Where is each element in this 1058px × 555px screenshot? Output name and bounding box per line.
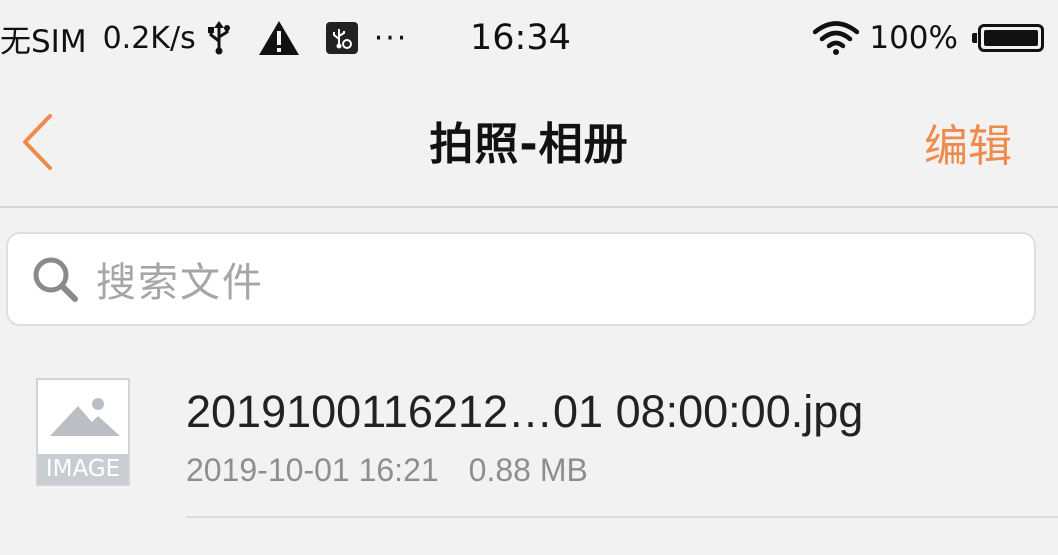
- list-item[interactable]: IMAGE 2019100116212…01 08:00:00.jpg 2019…: [0, 348, 1058, 518]
- status-bar-left: 无SIM 0.2K/s ···: [0, 14, 408, 62]
- search-placeholder: 搜索文件: [96, 260, 264, 306]
- wifi-icon: [813, 21, 860, 55]
- battery-icon: [972, 24, 1044, 52]
- search-input[interactable]: 搜索文件: [6, 232, 1036, 326]
- file-list: IMAGE 2019100116212…01 08:00:00.jpg 2019…: [0, 348, 1058, 555]
- more-notifications-icon: ···: [373, 20, 409, 56]
- status-time: 16:34: [470, 18, 571, 58]
- warning-icon: [258, 20, 300, 56]
- search-section: 搜索文件: [0, 208, 1058, 348]
- battery-percent: 100%: [869, 20, 958, 56]
- edit-button[interactable]: 编辑: [924, 110, 1012, 174]
- status-bar: 无SIM 0.2K/s ··· 16:34 100%: [0, 0, 1058, 78]
- status-bar-right: 100%: [813, 14, 1044, 62]
- page-title: 拍照-相册: [429, 119, 629, 170]
- search-icon: [30, 254, 80, 304]
- network-speed: 0.2K/s: [102, 20, 196, 56]
- file-meta: 2019-10-01 16:21 0.88 MB: [186, 452, 588, 489]
- usb-debug-icon: [325, 22, 358, 54]
- file-name: 2019100116212…01 08:00:00.jpg: [186, 386, 864, 437]
- file-size: 0.88 MB: [468, 452, 588, 488]
- file-date: 2019-10-01 16:21: [186, 452, 439, 488]
- image-placeholder-icon: IMAGE: [36, 378, 130, 486]
- thumbnail-caption: IMAGE: [38, 454, 128, 484]
- row-divider: [186, 516, 1058, 518]
- usb-icon: [206, 21, 232, 55]
- sim-status: 无SIM: [0, 23, 87, 60]
- navigation-bar: 拍照-相册 编辑: [0, 78, 1058, 208]
